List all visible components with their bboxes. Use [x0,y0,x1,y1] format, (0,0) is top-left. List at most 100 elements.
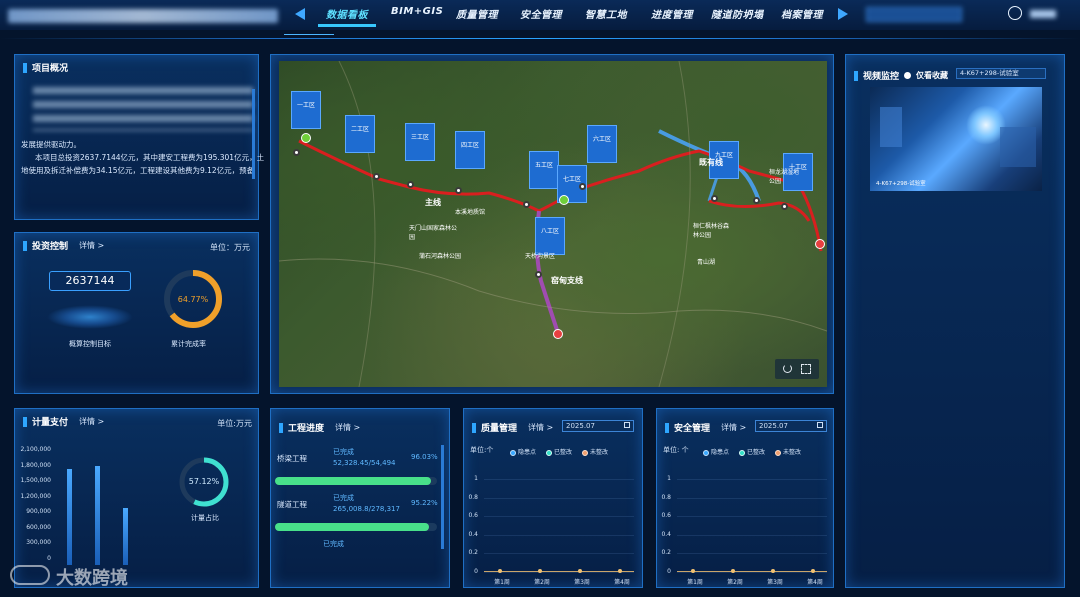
zero-line [484,571,634,572]
detail-link[interactable]: 详情 > [79,416,104,427]
progress-item-percent: 95.22% [411,499,438,507]
x-tick-label: 第1周 [494,579,510,586]
video-panel: 视频监控 仅看收藏 4-K67+298-试验室 4-K67+298-试验室 [845,54,1065,588]
payment-bar-1 [67,469,72,565]
nav-right-arrow-icon[interactable] [838,8,848,20]
station-marker[interactable] [753,197,760,204]
y-tick-label: 600,000 [26,523,51,531]
x-tick-label: 第2周 [534,579,550,586]
nav-tab-safety[interactable]: 安全管理 [520,6,562,21]
panel-title: 工程进度 [288,424,325,434]
map-canvas[interactable]: 一工区 二工区 三工区 四工区 五工区 六工区 七工区 八工区 九工区 十工区 … [279,61,827,387]
progress-scrollbar[interactable] [441,445,444,549]
date-picker[interactable]: 2025.07 [755,420,827,432]
station-marker[interactable] [579,183,586,190]
grid-line [484,479,634,480]
panel-title: 投资控制 [32,242,69,252]
work-zone-5[interactable]: 五工区 [529,151,559,189]
overview-text-2: 本项目总投资2637.7144亿元，其中建安工程费为195.301亿元，土 [35,153,265,162]
title-bar-accent [279,422,283,433]
investment-value-box: 2637144 [49,271,131,291]
work-zone-3[interactable]: 三工区 [405,123,435,161]
poi-label: 蒲石河森林公园 [419,253,462,260]
existing-line-label: 既有线 [699,158,723,167]
data-point[interactable] [538,569,542,573]
legend-label: 已整改 [554,449,573,456]
progress-item-amount: 265,008.8/278,317 [333,505,400,513]
route-end-pin-icon[interactable] [815,239,825,249]
nav-left-arrow-icon[interactable] [295,8,305,20]
grid-line [677,479,827,480]
work-zone-4[interactable]: 四工区 [455,131,485,169]
x-tick-label: 第4周 [614,579,630,586]
detail-link[interactable]: 详情 > [528,422,553,433]
detail-link[interactable]: 详情 > [335,422,360,433]
zero-line [677,571,827,572]
fullscreen-icon[interactable] [801,364,811,374]
route-start-pin-icon[interactable] [301,133,311,143]
project-selector[interactable] [866,7,962,22]
work-zone-8[interactable]: 八工区 [535,217,565,255]
nav-tab-dashboard[interactable]: 数据看板 [326,6,368,21]
y-tick-label: 2,100,000 [20,446,51,453]
work-zone-2[interactable]: 二工区 [345,115,375,153]
data-point[interactable] [771,569,775,573]
camera-select[interactable]: 4-K67+298-试验室 [956,68,1046,79]
title-bar-accent [472,422,476,433]
progress-item-amount: 52,328.45/54,494 [333,459,396,467]
nav-tab-smart-site[interactable]: 智慧工地 [585,6,627,21]
data-point[interactable] [731,569,735,573]
station-marker[interactable] [535,271,542,278]
investment-value-label: 概算控制目标 [69,340,111,348]
work-zone-1[interactable]: 一工区 [291,91,321,129]
poi-label: 本溪地质馆 [455,209,486,216]
legend-item: 已整改 [739,447,765,456]
nav-tab-progress[interactable]: 进度管理 [651,6,693,21]
favorite-toggle-icon[interactable] [904,72,912,79]
legend-label: 隐患点 [518,449,537,456]
data-point[interactable] [618,569,622,573]
data-point[interactable] [578,569,582,573]
data-point[interactable] [811,569,815,573]
title-bar-accent [23,62,27,73]
nav-tab-bim-gis[interactable]: BIM+GIS [391,6,443,17]
detail-link[interactable]: 详情 > [79,240,104,251]
favorite-toggle-label[interactable]: 仅看收藏 [916,70,948,81]
date-picker[interactable]: 2025.07 [562,420,634,432]
top-bar: 数据看板 BIM+GIS 质量管理 安全管理 智慧工地 进度管理 隧道防坍塌 档… [0,0,1080,30]
title-bar-accent [665,422,669,433]
payment-panel: 计量支付 详情 > 单位:万元 2,100,000 1,800,000 1,500,0… [14,408,259,588]
station-marker[interactable] [781,203,788,210]
video-feed[interactable]: 4-K67+298-试验室 [870,87,1042,191]
nav-tab-archive[interactable]: 档案管理 [781,6,823,21]
station-marker[interactable] [407,181,414,188]
payment-bar-3 [123,508,128,565]
work-zone-6[interactable]: 六工区 [587,125,617,163]
poi-label: 桓龙湖湿地公园 [769,169,800,185]
refresh-icon[interactable] [783,364,792,373]
app-title [8,9,278,23]
watermark-text: 大数跨境 [56,568,128,589]
station-marker[interactable] [455,187,462,194]
detail-link[interactable]: 详情 > [721,422,746,433]
nav-tab-quality[interactable]: 质量管理 [456,6,498,21]
user-name[interactable] [1030,10,1056,18]
user-icon[interactable] [1008,6,1022,20]
progress-item-percent: 96.03% [411,453,438,461]
overview-scrollbar[interactable] [252,89,255,179]
data-point[interactable] [691,569,695,573]
investment-control-panel: 投资控制 详情 > 单位：万元 2637144 概算控制目标 64.77% 累计完… [14,232,259,394]
branch-line-label: 窑甸支线 [551,276,583,285]
map-tool-bar [775,359,819,379]
y-tick-label: 1,800,000 [20,461,51,469]
station-marker[interactable] [373,173,380,180]
data-point[interactable] [498,569,502,573]
progress-bar-track [275,523,437,531]
station-marker[interactable] [293,149,300,156]
station-marker[interactable] [711,195,718,202]
nav-tab-tunnel[interactable]: 隧道防坍塌 [711,6,764,21]
midpoint-pin-icon[interactable] [559,195,569,205]
branch-end-pin-icon[interactable] [553,329,563,339]
station-marker[interactable] [523,201,530,208]
y-tick-label: 1 [474,475,478,482]
